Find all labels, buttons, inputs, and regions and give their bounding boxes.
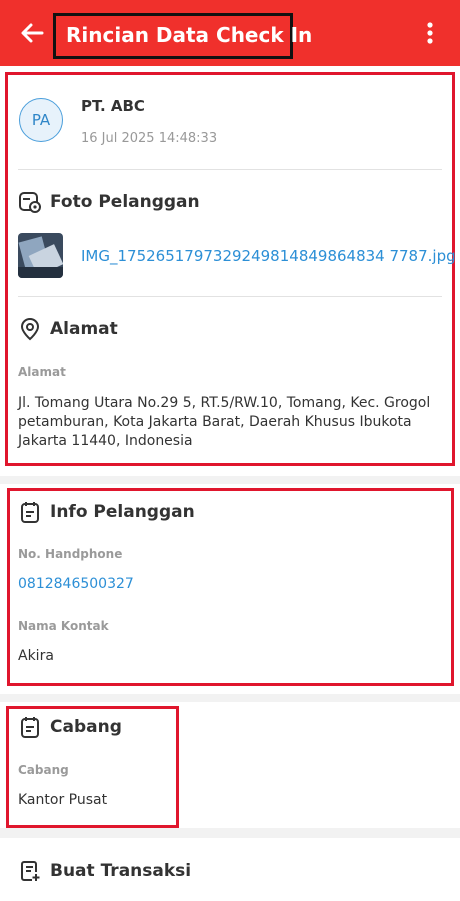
receipt-add-icon <box>21 861 40 881</box>
checkin-timestamp: 16 Jul 2025 14:48:33 <box>81 131 218 146</box>
phone-label: No. Handphone <box>18 547 123 561</box>
customer-name: PT. ABC <box>81 97 145 115</box>
more-vert-icon[interactable] <box>419 21 441 45</box>
phone-value[interactable]: 0812846500327 <box>18 576 134 592</box>
app-bar: Rincian Data Check In <box>0 0 460 66</box>
customer-photo-thumbnail[interactable] <box>18 233 63 278</box>
location-pin-icon <box>20 317 40 341</box>
photo-file-link[interactable]: IMG_1752651797329249814849864834 7787.jp… <box>81 247 456 265</box>
divider <box>18 296 442 297</box>
photo-section-title: Foto Pelanggan <box>50 192 200 212</box>
note-icon <box>21 717 39 738</box>
branch-value: Kantor Pusat <box>18 792 108 808</box>
arrow-left-icon[interactable] <box>18 19 46 47</box>
address-value: Jl. Tomang Utara No.29 5, RT.5/RW.10, To… <box>18 395 431 449</box>
note-icon <box>21 502 39 523</box>
branch-section-title: Cabang <box>50 717 122 737</box>
divider <box>18 169 442 170</box>
address-section-title: Alamat <box>50 319 118 339</box>
contact-label: Nama Kontak <box>18 619 109 633</box>
title-highlight: Rincian Data Check In <box>53 13 312 59</box>
camera-icon <box>19 192 41 213</box>
branch-label: Cabang <box>18 763 69 777</box>
create-transaction-title[interactable]: Buat Transaksi <box>50 861 191 881</box>
avatar: PA <box>19 98 63 142</box>
page-title: Rincian Data Check In <box>66 23 313 47</box>
address-label: Alamat <box>18 365 66 379</box>
info-section-title: Info Pelanggan <box>50 502 195 522</box>
contact-value: Akira <box>18 648 54 664</box>
